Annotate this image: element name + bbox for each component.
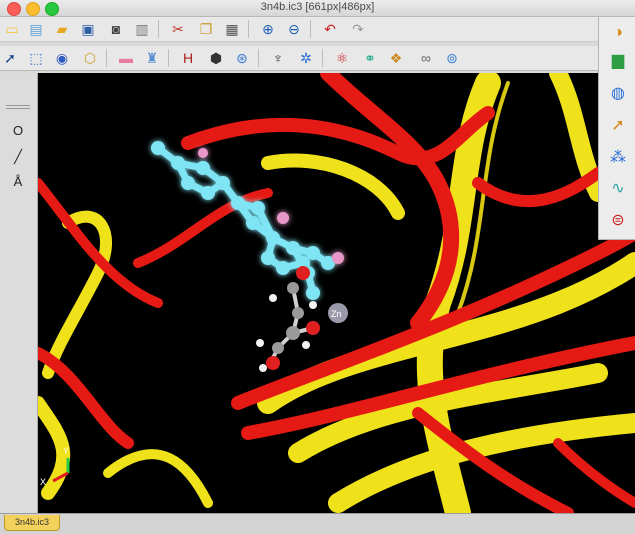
new-document-icon[interactable]: ▭ xyxy=(2,19,22,39)
add-hydrogens-icon[interactable]: H xyxy=(178,48,198,68)
loop xyxy=(553,438,635,508)
camera-icon[interactable]: ◙ xyxy=(106,19,126,39)
glasses-icon[interactable]: ⊚ xyxy=(442,48,462,68)
microscope-icon[interactable]: ♆ xyxy=(268,48,288,68)
surface-icon[interactable]: ❖ xyxy=(386,48,406,68)
molecule-3d-viewport[interactable]: Zn Y X xyxy=(38,73,635,513)
palette-grip xyxy=(6,108,30,109)
cut-icon[interactable]: ✂ xyxy=(168,19,188,39)
clean-icon[interactable]: ♜ xyxy=(142,48,162,68)
left-tool-palette: O ╱ Å xyxy=(0,73,38,513)
eraser-icon[interactable]: ▬ xyxy=(116,48,136,68)
x-axis-label: X xyxy=(40,477,46,487)
zinc-label: Zn xyxy=(331,309,342,319)
select-arrow-icon[interactable]: ➚ xyxy=(0,48,20,68)
toolbar-separator xyxy=(322,49,323,67)
help-icon[interactable]: ◑ xyxy=(605,20,631,46)
save-icon[interactable]: ▣ xyxy=(78,19,98,39)
undo-icon[interactable]: ↶ xyxy=(320,19,340,39)
pointer-tool-icon[interactable]: ➚ xyxy=(605,112,631,138)
bar-chart-icon[interactable]: ▆ xyxy=(605,47,631,73)
atom-o-tool[interactable]: O xyxy=(6,123,30,143)
center-icon[interactable]: ⊛ xyxy=(232,48,252,68)
coil xyxy=(103,449,213,508)
redo-icon[interactable]: ↷ xyxy=(348,19,368,39)
palette-grip xyxy=(6,105,30,106)
lasso-select-icon[interactable]: ⬚ xyxy=(26,48,46,68)
title-bar: 3n4b.ic3 [661px|486px] xyxy=(0,0,635,17)
window-title: 3n4b.ic3 [661px|486px] xyxy=(260,1,375,13)
toolbar-separator xyxy=(106,49,107,67)
bond-line-tool[interactable]: ╱ xyxy=(6,149,30,169)
document-tab[interactable]: 3n4b.ic3 xyxy=(4,515,61,531)
toolbar-separator xyxy=(168,49,169,67)
paste-icon[interactable]: ▦ xyxy=(222,19,242,39)
y-axis-label: Y xyxy=(63,446,69,456)
toolbar-separator xyxy=(158,20,159,38)
zoom-out-icon[interactable]: ⊖ xyxy=(284,19,304,39)
beta-strand xyxy=(472,167,604,208)
rotate-3d-icon[interactable]: ◉ xyxy=(52,48,72,68)
status-bar: 3n4b.ic3 xyxy=(0,513,635,534)
open-folder-icon[interactable]: ▰ xyxy=(52,19,72,39)
link-icon[interactable]: ∞ xyxy=(416,48,436,68)
atoms-stack-icon[interactable]: ⊜ xyxy=(605,207,631,233)
toolbar-separator xyxy=(258,49,259,67)
bond-style-icon[interactable]: ⚭ xyxy=(360,48,380,68)
helix-ribbon xyxy=(181,106,495,166)
chain-tool-icon[interactable]: ∿ xyxy=(605,175,631,201)
right-tool-palette: ◑ ▆ ◍ ➚ ⁂ ∿ ⊜ xyxy=(598,17,635,240)
tools-toolbar: ➚ ⬚ ◉ ⬡ ▬ ♜ H ⬢ ⊛ ♆ ✲ ⚛ ⚭ ❖ ∞ ⊚ xyxy=(0,46,635,71)
structure-icon[interactable]: ⬡ xyxy=(80,48,100,68)
print-icon[interactable]: ▥ xyxy=(132,19,152,39)
zoom-in-icon[interactable]: ⊕ xyxy=(258,19,278,39)
main-toolbar: ▭ ▤ ▰ ▣ ◙ ▥ ✂ ❐ ▦ ⊕ ⊖ ↶ ↷ xyxy=(0,17,635,42)
zinc-ion[interactable]: Zn xyxy=(328,303,348,323)
coil xyxy=(261,153,405,220)
toolbar-separator xyxy=(248,20,249,38)
settings-gear-icon[interactable]: ✲ xyxy=(296,48,316,68)
stamp-icon[interactable]: ⬢ xyxy=(206,48,226,68)
molecule-render: Zn Y X xyxy=(38,73,635,513)
molecule-tool-icon[interactable]: ⁂ xyxy=(605,144,631,170)
copy-icon[interactable]: ❐ xyxy=(196,19,216,39)
new-file-icon[interactable]: ▤ xyxy=(26,19,46,39)
speedometer-icon[interactable]: ◍ xyxy=(605,80,631,106)
label-a-tool[interactable]: Å xyxy=(6,174,30,194)
atom-style-icon[interactable]: ⚛ xyxy=(332,48,352,68)
toolbar-separator xyxy=(310,20,311,38)
